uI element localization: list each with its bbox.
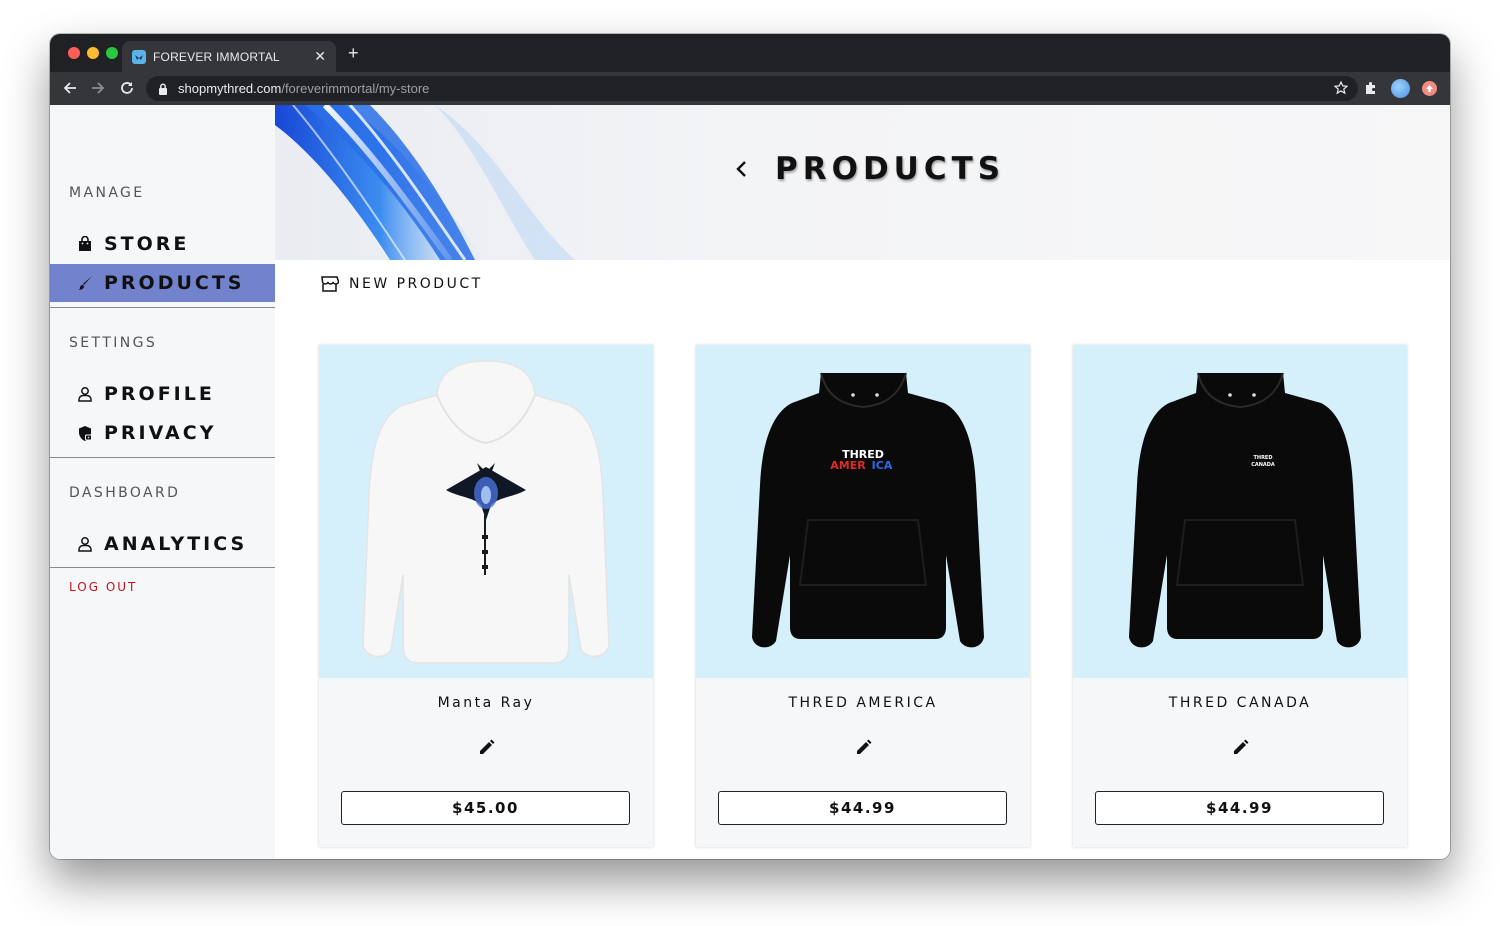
sidebar-divider	[50, 307, 275, 308]
maximize-window-button[interactable]	[106, 47, 118, 59]
url-path: /foreverimmortal/my-store	[281, 81, 430, 96]
bookmark-star-icon[interactable]	[1333, 80, 1349, 100]
product-image[interactable]: THRED CANADA	[1073, 345, 1407, 678]
logout-link[interactable]: LOG OUT	[69, 580, 137, 594]
profile-avatar-icon[interactable]	[1391, 79, 1410, 98]
address-bar[interactable]: shopmythred.com/foreverimmortal/my-store	[146, 76, 1358, 101]
black-hoodie-image: THRED CANADA	[1129, 372, 1361, 648]
url-host: shopmythred.com	[178, 81, 282, 96]
pencil-edit-icon[interactable]	[1230, 737, 1250, 757]
product-name: THRED CANADA	[1168, 695, 1312, 711]
pencil-edit-icon[interactable]	[853, 737, 873, 757]
chevron-left-icon[interactable]	[735, 158, 753, 180]
header-banner: PRODUCTS	[275, 105, 1450, 260]
product-card[interactable]: THRED AMER ICA THRED AMERICA $44.99	[696, 345, 1030, 847]
svg-text:THRED: THRED	[1253, 455, 1272, 461]
svg-text:ICA: ICA	[872, 459, 893, 472]
user-icon	[77, 385, 93, 403]
black-hoodie-image: THRED AMER ICA	[752, 372, 984, 648]
sidebar-item-analytics[interactable]: ANALYTICS	[50, 525, 275, 563]
product-name: THRED AMERICA	[788, 695, 938, 711]
favicon-icon	[132, 50, 146, 64]
shield-lock-icon	[77, 424, 93, 442]
section-heading-settings: SETTINGS	[69, 335, 158, 351]
sidebar-item-label: PROFILE	[104, 383, 215, 405]
browser-toolbar: shopmythred.com/foreverimmortal/my-store	[50, 72, 1450, 105]
product-card[interactable]: THRED CANADA THRED CANADA $44.99	[1073, 345, 1407, 847]
new-product-label: NEW PRODUCT	[349, 275, 483, 292]
product-card[interactable]: Manta Ray $45.00	[319, 345, 653, 847]
section-heading-dashboard: DASHBOARD	[69, 485, 181, 501]
pencil-edit-icon[interactable]	[476, 737, 496, 757]
update-arrow-icon[interactable]	[1422, 81, 1437, 96]
brush-icon	[77, 274, 93, 292]
section-heading-manage: MANAGE	[69, 185, 145, 201]
sidebar-item-label: ANALYTICS	[104, 533, 248, 555]
back-arrow-icon[interactable]	[62, 80, 78, 96]
white-hoodie-image	[362, 360, 610, 664]
new-product-button[interactable]: NEW PRODUCT	[320, 275, 483, 292]
sidebar-item-store[interactable]: STORE	[50, 225, 275, 263]
sidebar-item-profile[interactable]: PROFILE	[50, 375, 275, 413]
tab-title: FOREVER IMMORTAL	[153, 50, 280, 64]
sidebar-item-products[interactable]: PRODUCTS	[50, 264, 275, 302]
page-heading-text: PRODUCTS	[775, 151, 1006, 187]
product-name: Manta Ray	[437, 695, 535, 711]
svg-text:CANADA: CANADA	[1251, 462, 1275, 468]
url-text: shopmythred.com/foreverimmortal/my-store	[178, 81, 429, 96]
reload-icon[interactable]	[119, 80, 135, 96]
tab-strip: FOREVER IMMORTAL ✕ +	[50, 34, 1450, 72]
browser-tab[interactable]: FOREVER IMMORTAL ✕	[122, 41, 336, 72]
sidebar-item-label: PRIVACY	[104, 422, 217, 444]
product-price[interactable]: $44.99	[1095, 791, 1384, 825]
page-title: PRODUCTS	[735, 151, 1005, 187]
forward-arrow-icon[interactable]	[90, 80, 106, 96]
svg-text:AMER: AMER	[830, 459, 866, 472]
lock-icon	[158, 82, 168, 100]
sidebar-divider	[50, 457, 275, 458]
extensions-puzzle-icon[interactable]	[1364, 81, 1378, 100]
main-content: PRODUCTS NEW PRODUCT Manta Ray $45.00 TH…	[275, 105, 1450, 859]
bag-icon	[77, 235, 93, 253]
new-tab-button[interactable]: +	[348, 44, 359, 62]
sidebar-item-label: STORE	[104, 233, 190, 255]
minimize-window-button[interactable]	[87, 47, 99, 59]
page-content: MANAGE STORE PRODUCTS SETTINGS PROFILE P…	[50, 105, 1450, 859]
sidebar-item-privacy[interactable]: PRIVACY	[50, 414, 275, 452]
browser-window: FOREVER IMMORTAL ✕ + shopmythred.com/for…	[50, 34, 1450, 859]
sidebar-divider	[50, 567, 275, 568]
product-price[interactable]: $45.00	[341, 791, 630, 825]
product-image[interactable]	[319, 345, 653, 678]
sidebar: MANAGE STORE PRODUCTS SETTINGS PROFILE P…	[50, 105, 275, 859]
product-price[interactable]: $44.99	[718, 791, 1007, 825]
product-image[interactable]: THRED AMER ICA	[696, 345, 1030, 678]
close-window-button[interactable]	[68, 47, 80, 59]
storefront-icon	[320, 275, 339, 292]
close-tab-icon[interactable]: ✕	[314, 49, 326, 63]
user-icon	[77, 535, 93, 553]
sidebar-item-label: PRODUCTS	[104, 272, 245, 294]
